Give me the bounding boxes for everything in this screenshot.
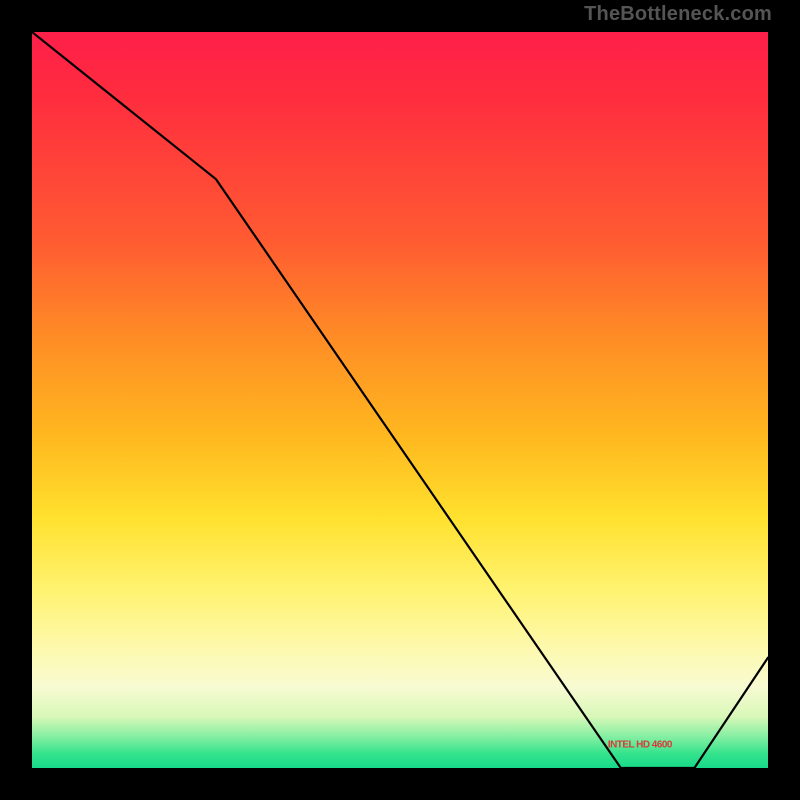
annotation-label: INTEL HD 4600 <box>608 739 673 750</box>
plot-area: INTEL HD 4600 <box>30 30 770 770</box>
bottleneck-curve <box>32 32 768 768</box>
chart-container: TheBottleneck.com INTEL HD 4600 <box>0 0 800 800</box>
chart-overlay: INTEL HD 4600 <box>32 32 768 768</box>
watermark-label: TheBottleneck.com <box>584 3 772 26</box>
